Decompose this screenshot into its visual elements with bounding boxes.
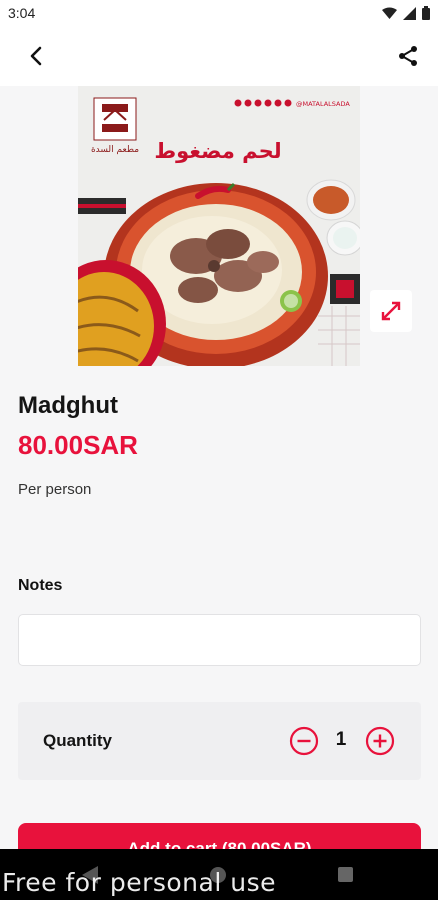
quantity-card: Quantity 1 [18, 702, 421, 780]
status-time: 3:04 [8, 5, 36, 21]
back-arrow-icon [30, 46, 42, 66]
product-image-graphic: مطعم السدة @MATALALSADA لحم مضغوط [78, 86, 360, 366]
signal-icon [403, 6, 416, 20]
watermark: Free for personal use [2, 868, 276, 897]
product-price: 80.00SAR [18, 430, 138, 460]
nav-recent-icon[interactable] [338, 867, 353, 882]
product-name: Madghut [18, 392, 118, 419]
share-button[interactable] [396, 44, 420, 68]
increase-quantity-button[interactable] [365, 726, 395, 756]
plus-circle-icon [365, 726, 395, 756]
wifi-icon [382, 7, 397, 19]
image-handle: @MATALALSADA [296, 100, 350, 108]
image-logo-text: مطعم السدة [91, 145, 139, 155]
status-bar: 3:04 [0, 0, 438, 26]
notes-label: Notes [18, 577, 63, 594]
quantity-label: Quantity [43, 731, 112, 750]
status-icons [382, 6, 430, 20]
decrease-quantity-button[interactable] [289, 726, 319, 756]
minus-circle-icon [289, 726, 319, 756]
quantity-value: 1 [335, 729, 347, 750]
image-title: لحم مضغوط [154, 139, 281, 163]
notes-input[interactable] [18, 614, 421, 666]
battery-icon [422, 6, 430, 20]
product-image: مطعم السدة @MATALALSADA لحم مضغوط [78, 86, 360, 366]
product-unit: Per person [18, 481, 92, 498]
expand-icon [381, 301, 401, 321]
share-icon [399, 46, 417, 66]
expand-image-button[interactable] [370, 290, 412, 332]
back-button[interactable] [24, 44, 48, 68]
app-bar [0, 26, 438, 86]
